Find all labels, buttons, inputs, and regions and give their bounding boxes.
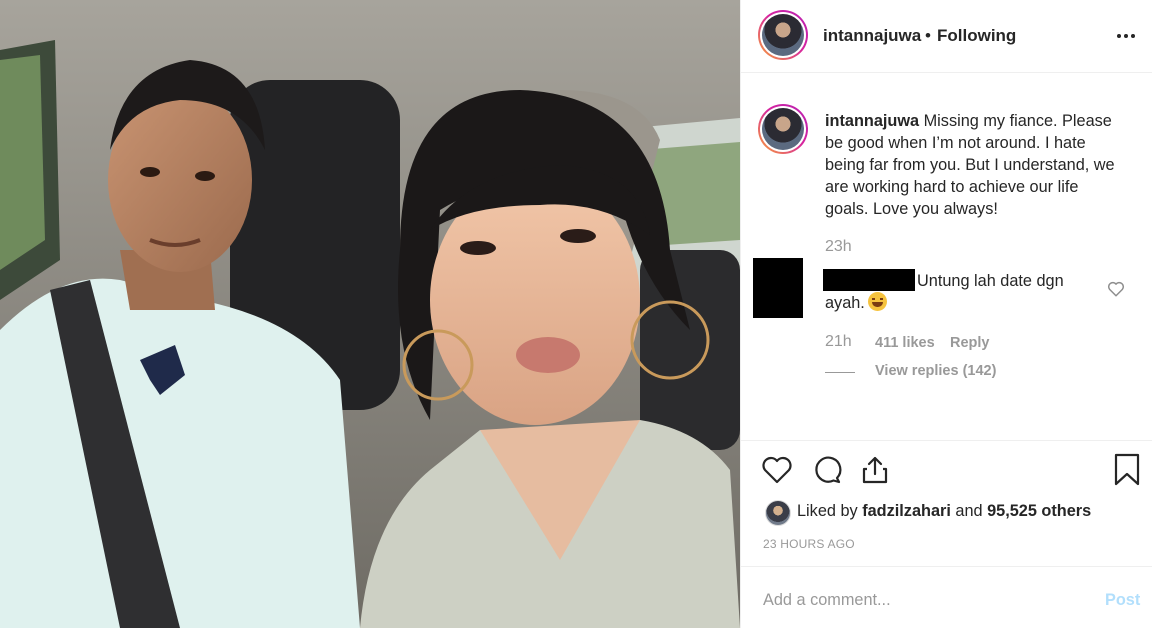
- liked-by-prefix: Liked by: [797, 502, 858, 520]
- comment-icon[interactable]: [811, 454, 843, 486]
- post-header: intannajuwa • Following: [741, 0, 1152, 73]
- reply-button[interactable]: Reply: [950, 335, 990, 351]
- share-icon[interactable]: [859, 454, 891, 486]
- bookmark-icon[interactable]: [1113, 453, 1141, 487]
- liker-avatar[interactable]: [765, 500, 791, 526]
- caption: intannajuwa Missing my fiance. Please be…: [825, 110, 1125, 220]
- commenter-avatar-redacted[interactable]: [753, 258, 803, 318]
- caption-avatar[interactable]: [758, 104, 808, 154]
- author-username[interactable]: intannajuwa: [823, 26, 921, 46]
- separator-dot: •: [925, 26, 931, 45]
- comment-time[interactable]: 21h: [825, 333, 852, 351]
- actions-section: [741, 440, 1152, 441]
- likes-count[interactable]: 95,525 others: [987, 502, 1091, 520]
- liked-by-middle: and: [955, 502, 983, 520]
- heart-icon[interactable]: [761, 455, 793, 485]
- replies-divider: [825, 372, 855, 373]
- following-button[interactable]: Following: [937, 26, 1016, 46]
- liker-username[interactable]: fadzilzahari: [862, 502, 951, 520]
- comment-input[interactable]: Add a comment...: [763, 591, 891, 610]
- caption-time[interactable]: 23h: [825, 238, 852, 256]
- comment-likes[interactable]: 411 likes: [875, 335, 935, 351]
- view-replies-button[interactable]: View replies (142): [875, 363, 996, 379]
- author-avatar[interactable]: [758, 10, 808, 60]
- small-heart-icon[interactable]: [1107, 280, 1125, 298]
- post-button[interactable]: Post: [1105, 591, 1140, 610]
- post-side-panel: intannajuwa • Following intannajuwa Miss…: [740, 0, 1152, 628]
- commenter-username-redacted[interactable]: [823, 269, 915, 291]
- post-photo[interactable]: [0, 0, 740, 628]
- likes-summary: Liked by fadzilzahari and 95,525 others: [797, 502, 1091, 521]
- more-options-icon[interactable]: [1117, 26, 1139, 44]
- grinning-sweat-emoji-icon: [867, 292, 887, 311]
- photo-illustration: [0, 0, 740, 628]
- post-timestamp[interactable]: 23 HOURS AGO: [763, 537, 855, 551]
- caption-username[interactable]: intannajuwa: [825, 112, 919, 130]
- comment-bar: Add a comment... Post: [741, 566, 1152, 629]
